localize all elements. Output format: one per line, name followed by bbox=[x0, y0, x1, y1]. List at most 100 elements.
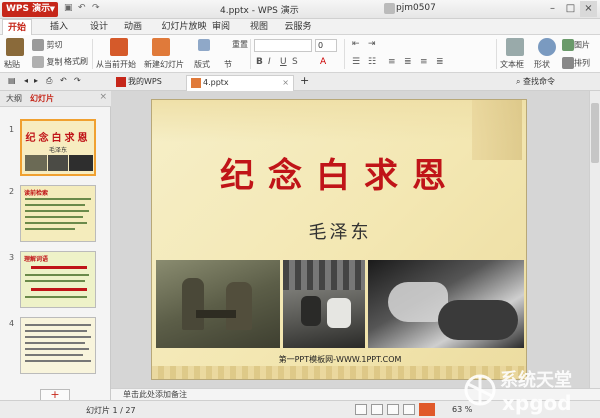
picture-button[interactable]: 图片 bbox=[562, 39, 590, 51]
indent-icon[interactable]: ⇤ bbox=[352, 39, 360, 49]
watermark-line1: 系统天堂 bbox=[500, 369, 572, 391]
close-pane-icon[interactable]: × bbox=[99, 92, 107, 102]
vertical-scrollbar[interactable] bbox=[589, 91, 600, 388]
photo-bethune-portrait[interactable] bbox=[368, 260, 524, 348]
from-current-button[interactable]: 从当前开始 bbox=[96, 59, 136, 70]
font-color-button[interactable]: A bbox=[320, 57, 326, 67]
bullets-icon[interactable]: ☰ bbox=[352, 57, 360, 67]
justify-icon[interactable]: ≣ bbox=[436, 57, 444, 67]
slide-title[interactable]: 纪念白求恩 bbox=[152, 148, 526, 197]
watermark-line2: xpgod bbox=[502, 391, 572, 415]
close-button[interactable]: × bbox=[580, 1, 597, 17]
slide-thumbnail-4[interactable] bbox=[20, 317, 96, 374]
tab-home[interactable]: 开始 bbox=[2, 19, 32, 35]
sorter-view-icon[interactable] bbox=[371, 404, 383, 415]
thumb-title: 读前检索 bbox=[24, 190, 49, 197]
cut-button[interactable]: 剪切 bbox=[32, 39, 63, 51]
minimize-button[interactable]: – bbox=[544, 1, 561, 17]
section-button[interactable]: 节 bbox=[224, 59, 232, 70]
tab-slides[interactable]: 幻灯片 bbox=[30, 93, 54, 104]
window-title: 4.pptx - WPS 演示 bbox=[220, 6, 299, 16]
shape-button[interactable]: 形状 bbox=[534, 59, 550, 70]
new-slide-icon bbox=[152, 38, 170, 56]
new-tab-button[interactable]: + bbox=[300, 74, 309, 87]
bold-button[interactable]: B bbox=[256, 57, 263, 67]
maximize-button[interactable]: □ bbox=[562, 1, 579, 17]
slide-number: 2 bbox=[9, 187, 15, 196]
tab-insert[interactable]: 插入 bbox=[44, 19, 74, 35]
play-icon bbox=[110, 38, 128, 56]
avatar[interactable] bbox=[384, 3, 395, 14]
document-tab-bar: ▤ ◂ ▸ ⎙ ↶ ↷ 我的WPS 4.pptx × + bbox=[0, 73, 600, 91]
print-icon[interactable]: ⎙ bbox=[46, 76, 52, 86]
italic-button[interactable]: I bbox=[268, 57, 271, 67]
undo-icon[interactable]: ↶ bbox=[60, 76, 67, 85]
align-center-icon[interactable]: ≣ bbox=[404, 57, 412, 67]
chevron-down-icon: ▼ bbox=[49, 5, 55, 13]
tab-animation[interactable]: 动画 bbox=[118, 19, 148, 35]
normal-view-icon[interactable] bbox=[355, 404, 367, 415]
copy-button[interactable]: 复制 bbox=[32, 56, 63, 68]
format-painter-button[interactable]: 格式刷 bbox=[64, 56, 88, 67]
tab-design[interactable]: 设计 bbox=[84, 19, 114, 35]
slide-number: 4 bbox=[9, 319, 15, 328]
reset-button[interactable]: 重置 bbox=[232, 39, 248, 50]
redo-icon[interactable]: ↷ bbox=[74, 76, 81, 85]
textbox-button[interactable]: 文本框 bbox=[500, 59, 524, 70]
align-right-icon[interactable]: ≡ bbox=[420, 57, 428, 67]
play-slideshow-button[interactable] bbox=[419, 403, 435, 416]
photo-surgery[interactable] bbox=[283, 260, 365, 348]
photo-meeting[interactable] bbox=[156, 260, 280, 348]
underline-button[interactable]: U bbox=[280, 57, 287, 67]
paste-icon bbox=[6, 38, 24, 56]
tab-document[interactable]: 4.pptx × bbox=[186, 75, 294, 91]
strikethrough-button[interactable]: S bbox=[292, 57, 298, 67]
close-tab-icon[interactable]: × bbox=[282, 76, 289, 90]
scrollbar-thumb[interactable] bbox=[591, 103, 599, 163]
numbering-icon[interactable]: ☷ bbox=[368, 57, 376, 67]
new-slide-button[interactable]: 新建幻灯片 bbox=[144, 59, 184, 70]
tab-my-wps[interactable]: 我的WPS bbox=[112, 75, 184, 91]
outdent-icon[interactable]: ⇥ bbox=[368, 39, 376, 49]
picture-icon bbox=[562, 39, 574, 51]
pptx-file-icon bbox=[191, 78, 201, 88]
app-menu-button[interactable]: WPS 演示 ▼ bbox=[2, 2, 58, 17]
nav-back-icon[interactable]: ◂ bbox=[24, 76, 28, 85]
slide-subtitle[interactable]: 毛泽东 bbox=[152, 218, 526, 244]
slide-header-band bbox=[152, 100, 526, 142]
arrange-button[interactable]: 排列 bbox=[562, 57, 590, 69]
tab-review[interactable]: 审阅 bbox=[206, 19, 236, 35]
font-size-select[interactable]: 0 bbox=[315, 39, 337, 52]
undo-icon[interactable]: ↶ bbox=[78, 3, 86, 13]
slide-thumbnail-1[interactable]: 纪念白求恩 毛泽东 bbox=[20, 119, 96, 176]
redo-icon[interactable]: ↷ bbox=[92, 3, 100, 13]
thumb-photo bbox=[48, 155, 68, 171]
font-name-select[interactable] bbox=[254, 39, 312, 52]
tab-cloud[interactable]: 云服务 bbox=[280, 19, 316, 35]
slide-editor: 纪念白求恩 毛泽东 第一PPT模板网-WWW.1PPT.COM bbox=[111, 91, 600, 388]
save-icon[interactable]: ▣ bbox=[64, 3, 73, 13]
layout-button[interactable]: 版式 bbox=[194, 59, 210, 70]
slide-thumbnail-2[interactable]: 读前检索 bbox=[20, 185, 96, 242]
shape-icon bbox=[538, 38, 556, 56]
layout-icon bbox=[198, 39, 210, 51]
slide-number: 1 bbox=[9, 125, 15, 134]
current-slide[interactable]: 纪念白求恩 毛泽东 第一PPT模板网-WWW.1PPT.COM bbox=[151, 99, 527, 380]
ribbon-divider bbox=[496, 39, 497, 69]
toolbar-menu-icon[interactable]: ▤ bbox=[8, 76, 16, 85]
title-bar: WPS 演示 ▼ ▣ ↶ ↷ 4.pptx - WPS 演示 pjm0507 – … bbox=[0, 0, 600, 19]
ribbon-divider bbox=[92, 39, 93, 69]
tab-outline[interactable]: 大纲 bbox=[6, 93, 22, 104]
slides-pane: 大纲 幻灯片 × 1 纪念白求恩 毛泽东 2 读前检索 3 理解词语 4 + bbox=[0, 91, 111, 401]
paste-button[interactable]: 粘贴 bbox=[4, 59, 20, 70]
reading-view-icon[interactable] bbox=[387, 404, 399, 415]
user-name[interactable]: pjm0507 bbox=[396, 3, 436, 13]
align-left-icon[interactable]: ≡ bbox=[388, 57, 396, 67]
notes-view-icon[interactable] bbox=[403, 404, 415, 415]
tab-slideshow[interactable]: 幻灯片放映 bbox=[154, 19, 214, 35]
scissors-icon bbox=[32, 39, 44, 51]
nav-forward-icon[interactable]: ▸ bbox=[34, 76, 38, 85]
slide-thumbnail-3[interactable]: 理解词语 bbox=[20, 251, 96, 308]
tab-view[interactable]: 视图 bbox=[244, 19, 274, 35]
command-search[interactable]: ⌕ 查找命令 bbox=[516, 76, 555, 87]
